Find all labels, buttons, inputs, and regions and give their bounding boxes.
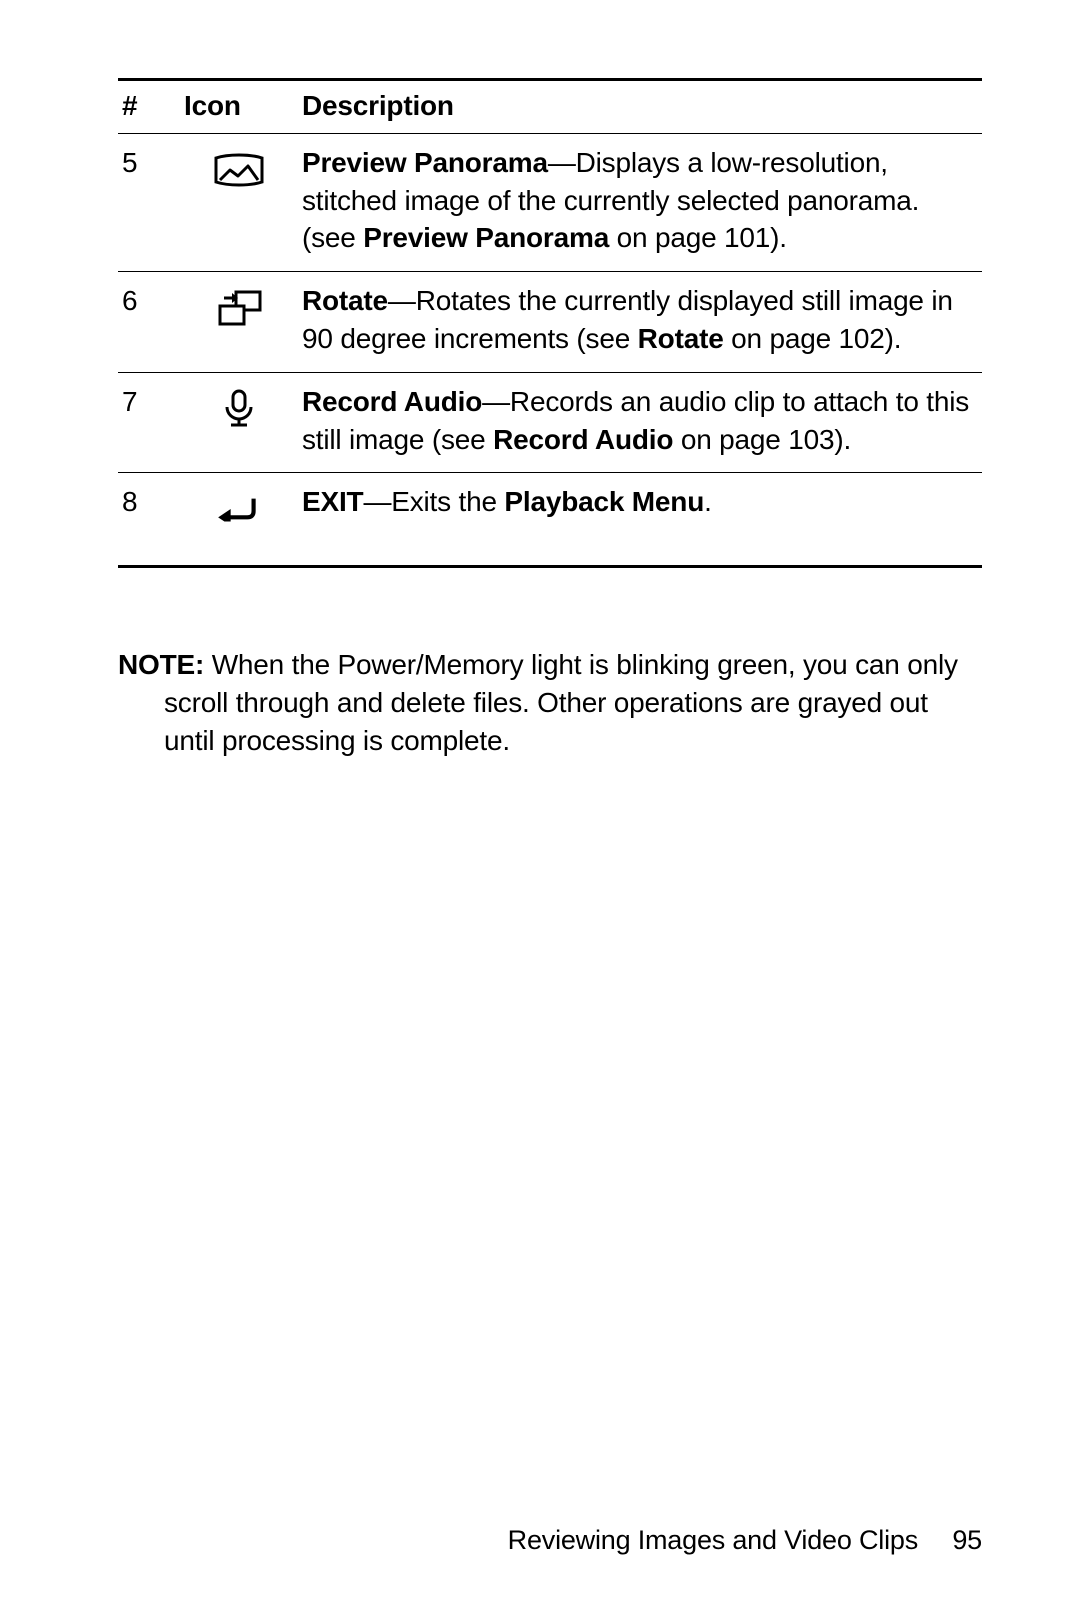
table-row: 5 Preview Panorama—Displays a low-resolu… xyxy=(118,133,982,271)
footer-section: Reviewing Images and Video Clips xyxy=(508,1525,918,1555)
table-row: 6 Rotate—Rotates the currently displayed… xyxy=(118,272,982,373)
header-num: # xyxy=(118,80,184,134)
feature-name: EXIT xyxy=(302,486,363,517)
row-description: Rotate—Rotates the currently displayed s… xyxy=(302,272,982,373)
row-icon-cell xyxy=(184,133,302,271)
table-row: 8 xyxy=(118,473,982,567)
manual-page: # Icon Description 5 Preview Panoram xyxy=(0,0,1080,1620)
row-description: Preview Panorama—Displays a low-resoluti… xyxy=(302,133,982,271)
panorama-icon xyxy=(184,144,294,192)
desc-tail: on page 103). xyxy=(673,424,851,455)
desc-text: —Exits the xyxy=(363,486,504,517)
row-description: Record Audio—Records an audio clip to at… xyxy=(302,372,982,473)
feature-name: Preview Panorama xyxy=(302,147,548,178)
table-header: # Icon Description xyxy=(118,80,982,134)
desc-ref: Record Audio xyxy=(493,424,673,455)
feature-name: Rotate xyxy=(302,285,388,316)
row-number: 8 xyxy=(118,473,184,567)
footer-page-number: 95 xyxy=(918,1522,982,1558)
menu-table: # Icon Description 5 Preview Panoram xyxy=(118,78,982,568)
desc-tail: . xyxy=(704,486,712,517)
row-number: 5 xyxy=(118,133,184,271)
exit-icon xyxy=(184,483,294,531)
row-number: 7 xyxy=(118,372,184,473)
desc-ref: Rotate xyxy=(638,323,724,354)
row-icon-cell xyxy=(184,272,302,373)
note-label: NOTE: xyxy=(118,649,204,680)
desc-ref: Preview Panorama xyxy=(363,222,609,253)
note-paragraph: NOTE: When the Power/Memory light is bli… xyxy=(118,646,982,759)
row-description: EXIT—Exits the Playback Menu. xyxy=(302,473,982,567)
row-icon-cell xyxy=(184,473,302,567)
table-row: 7 Record Audio—Records an audio clip to … xyxy=(118,372,982,473)
desc-tail: on page 102). xyxy=(724,323,902,354)
desc-ref: Playback Menu xyxy=(504,486,704,517)
page-footer: Reviewing Images and Video Clips95 xyxy=(0,1522,1080,1558)
feature-name: Record Audio xyxy=(302,386,482,417)
rotate-icon xyxy=(184,282,294,330)
header-desc: Description xyxy=(302,80,982,134)
header-icon: Icon xyxy=(184,80,302,134)
desc-tail: on page 101). xyxy=(609,222,787,253)
note-body: When the Power/Memory light is blinking … xyxy=(164,649,958,756)
row-number: 6 xyxy=(118,272,184,373)
mic-icon xyxy=(184,383,294,431)
row-icon-cell xyxy=(184,372,302,473)
